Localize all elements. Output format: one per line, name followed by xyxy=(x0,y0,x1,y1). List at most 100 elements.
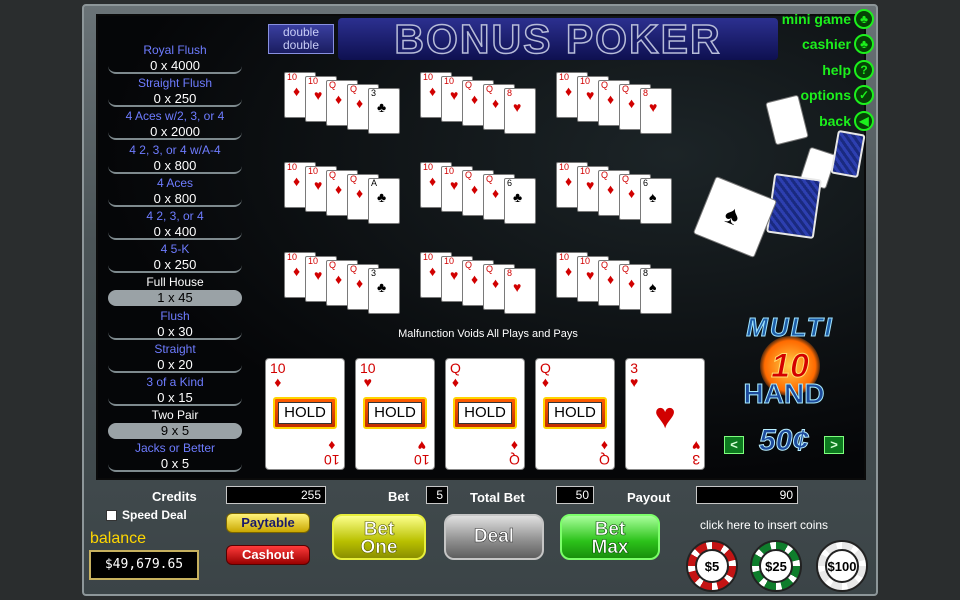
menu-item-help[interactable]: help ? xyxy=(782,57,874,83)
hold-badge[interactable]: HOLD xyxy=(543,397,607,429)
mini-card-rank: Q xyxy=(601,170,609,180)
playing-card[interactable]: 10♥ ♥ 10♥HOLD xyxy=(355,358,435,470)
playing-card[interactable]: Q♦ ♦ Q♦HOLD xyxy=(445,358,525,470)
card-rank: Q xyxy=(450,360,461,376)
paytable-row: Two Pair 9 x 5 xyxy=(108,407,242,440)
paytable-row: Flush 0 x 30 xyxy=(108,308,242,341)
chip-button[interactable]: $25 xyxy=(750,540,802,592)
clover-icon: ♣ xyxy=(854,8,874,29)
hold-badge[interactable]: HOLD xyxy=(363,397,427,429)
card-corner: Q ♦ xyxy=(450,361,461,389)
menu-item-label: options xyxy=(800,87,851,104)
playing-card[interactable]: Q♦ ♦ Q♦HOLD xyxy=(535,358,615,470)
hold-badge[interactable]: HOLD xyxy=(453,397,517,429)
mini-card-rank: Q xyxy=(350,84,358,94)
bet-max-button[interactable]: Bet Max xyxy=(560,514,660,560)
card-rank: 10 xyxy=(270,360,286,376)
paytable-payout: 1 x 45 xyxy=(108,290,242,307)
hold-badge[interactable]: HOLD xyxy=(273,397,337,429)
chip-label: $5 xyxy=(695,549,729,583)
deal-button[interactable]: Deal xyxy=(444,514,544,560)
chip-button[interactable]: $100 xyxy=(816,540,868,592)
suit-icon: ♦ xyxy=(293,173,301,189)
denomination-next-button[interactable]: > xyxy=(824,436,844,454)
chip-button[interactable]: $5 xyxy=(686,540,738,592)
spade-icon: ♠ xyxy=(720,198,745,232)
card-corner: Q ♦ xyxy=(540,361,551,389)
mini-card-rank: 10 xyxy=(580,256,591,266)
bet-one-button[interactable]: Bet One xyxy=(332,514,426,560)
menu-item-label: back xyxy=(819,112,851,129)
suit-icon: ♥ xyxy=(513,99,522,115)
mini-card: 8 ♠ xyxy=(640,268,672,314)
suit-icon: ♥ xyxy=(314,177,323,193)
suit-icon: ♦ xyxy=(429,83,437,99)
suit-icon: ♥ xyxy=(363,374,372,390)
paytable-row: Straight 0 x 20 xyxy=(108,341,242,374)
mini-card-rank: 8 xyxy=(507,88,513,98)
cashout-button[interactable]: Cashout xyxy=(226,545,310,565)
mini-card-rank: 8 xyxy=(643,268,649,278)
card-corner: 3 ♥ xyxy=(692,438,700,468)
card-rank: 10 xyxy=(360,360,376,376)
menu-item-cashier[interactable]: cashier ♣ xyxy=(782,32,874,58)
speed-deal-checkbox[interactable] xyxy=(106,509,117,521)
paytable-hand-name: Straight Flush xyxy=(137,76,213,91)
mini-card-rank: Q xyxy=(329,260,337,270)
mini-card-rank: Q xyxy=(329,80,337,90)
suit-icon: ♦ xyxy=(451,374,460,390)
suit-icon: ♦ xyxy=(335,181,343,197)
suit-icon: ♦ xyxy=(510,438,519,454)
clover-icon: ♣ xyxy=(854,34,874,55)
playing-card[interactable]: 3 ♥ ♥ 3 ♥ xyxy=(625,358,705,470)
insert-coins-text[interactable]: click here to insert coins xyxy=(700,518,828,532)
mini-card-rank: 10 xyxy=(559,72,570,82)
mini-card-rank: 10 xyxy=(308,256,319,266)
bet-max-label: Bet Max xyxy=(562,520,658,558)
chip-label: $25 xyxy=(759,549,793,583)
paytable-button[interactable]: Paytable xyxy=(226,513,310,533)
mini-card-rank: 10 xyxy=(559,252,570,262)
menu-item-mini-game[interactable]: mini game ♣ xyxy=(782,6,874,32)
mini-card-rank: 8 xyxy=(507,268,513,278)
suit-icon: ♦ xyxy=(607,181,615,197)
paytable-hand-name: Two Pair xyxy=(151,408,199,423)
suit-icon: ♦ xyxy=(356,95,364,111)
mini-card: 3 ♣ xyxy=(368,268,400,314)
speed-deal-toggle[interactable]: Speed Deal xyxy=(106,508,187,522)
bet-field: 5 xyxy=(426,486,448,504)
mini-card-rank: 10 xyxy=(287,252,298,262)
suit-icon: ♣ xyxy=(513,189,523,205)
hold-label: HOLD xyxy=(548,402,602,424)
suit-icon: ♦ xyxy=(492,95,500,111)
playing-card[interactable]: 10♦ ♦ 10♦HOLD xyxy=(265,358,345,470)
mini-card-rank: Q xyxy=(486,264,494,274)
mini-card-rank: 6 xyxy=(643,178,649,188)
mini-card-rank: 6 xyxy=(507,178,513,188)
suit-icon: ♦ xyxy=(541,374,550,390)
mini-card-rank: Q xyxy=(486,84,494,94)
suit-icon: ♣ xyxy=(377,279,387,295)
mini-card: A ♣ xyxy=(368,178,400,224)
suit-icon: ♥ xyxy=(649,99,658,115)
paytable-hand-name: Straight xyxy=(154,341,196,356)
paytable-row: Royal Flush 0 x 4000 xyxy=(108,42,242,75)
suit-icon: ♥ xyxy=(450,267,459,283)
total-bet-field: 50 xyxy=(556,486,594,504)
paytable-row: Full House 1 x 45 xyxy=(108,274,242,307)
paytable-row: 4 Aces 0 x 800 xyxy=(108,175,242,208)
bet-label: Bet xyxy=(388,489,409,504)
suit-icon: ♥ xyxy=(314,267,323,283)
mini-card: 6 ♣ xyxy=(504,178,536,224)
mini-card: 8 ♥ xyxy=(640,88,672,134)
title-double-double: double double xyxy=(268,24,334,54)
mini-card-rank: Q xyxy=(465,260,473,270)
mini-card-rank: 10 xyxy=(423,72,434,82)
denomination-prev-button[interactable]: < xyxy=(724,436,744,454)
bet-one-text-line: One xyxy=(360,537,398,558)
suit-icon: ♠ xyxy=(649,189,657,205)
paytable-hand-name: 4 5-K xyxy=(160,242,190,257)
paytable-payout: 0 x 2000 xyxy=(108,124,242,141)
paytable-hand-name: Full House xyxy=(146,275,204,290)
paytable-hand-name: 3 of a Kind xyxy=(146,374,204,389)
